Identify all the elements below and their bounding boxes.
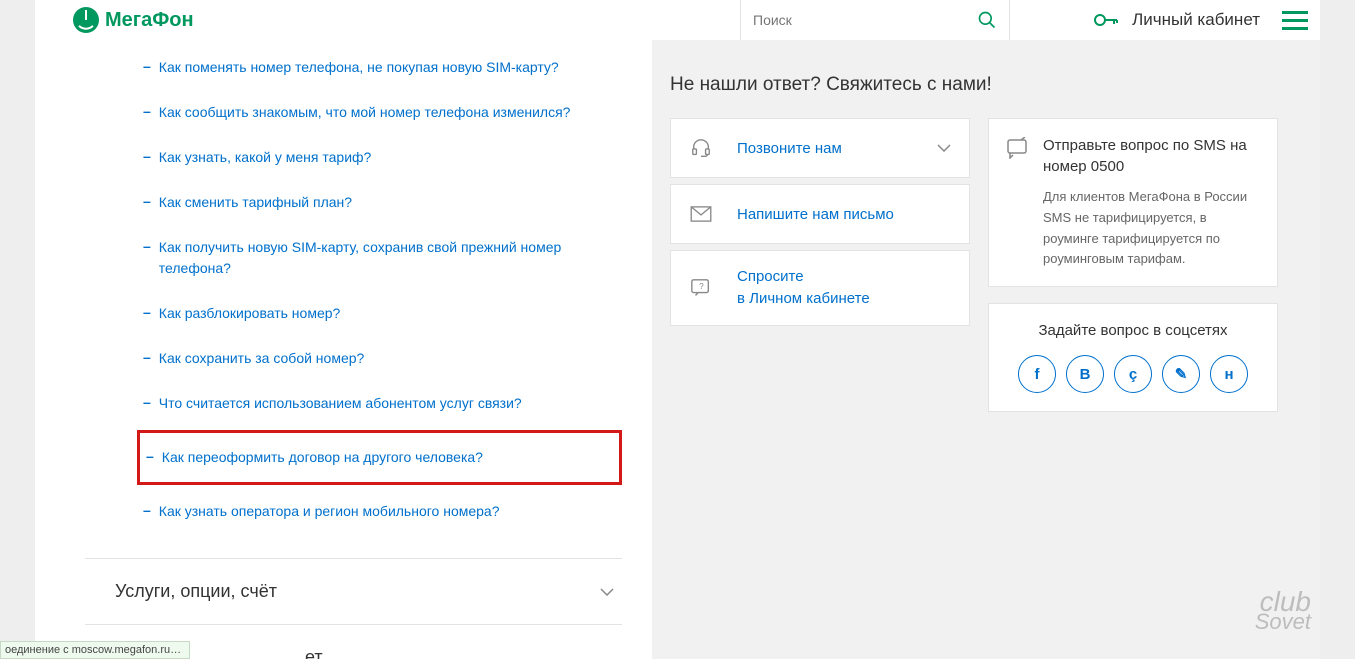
contact-ask[interactable]: ? Спроситев Личном кабинете — [670, 250, 970, 326]
search-icon[interactable] — [977, 10, 997, 30]
accordion-services[interactable]: Услуги, опции, счёт — [85, 558, 622, 624]
faq-item[interactable]: –Как переоформить договор на другого чел… — [137, 430, 622, 485]
search-input[interactable] — [753, 12, 977, 28]
sms-title: Отправьте вопрос по SMS на номер 0500 — [1043, 135, 1261, 177]
contact-write[interactable]: Напишите нам письмо — [670, 184, 970, 244]
faq-link: Как сохранить за собой номер? — [159, 348, 365, 369]
contact-column: Не нашли ответ? Свяжитесь с нами! Позвон… — [652, 0, 1320, 659]
faq-link: Как сообщить знакомым, что мой номер тел… — [159, 102, 571, 123]
search-box[interactable] — [740, 0, 1010, 40]
dash-icon: – — [143, 103, 151, 123]
dash-icon: – — [143, 394, 151, 414]
logo-text: МегаФон — [105, 9, 194, 32]
sms-icon — [1005, 137, 1029, 270]
sms-body: Для клиентов МегаФона в России SMS не та… — [1043, 187, 1261, 270]
faq-item[interactable]: –Как сменить тарифный план? — [137, 180, 622, 225]
accordion-title: Услуги, опции, счёт — [115, 581, 277, 602]
cabinet-label: Личный кабинет — [1132, 10, 1260, 30]
browser-status: оединение с moscow.megafon.ru… — [0, 641, 190, 659]
dash-icon: – — [143, 238, 151, 279]
faq-link: Как узнать оператора и регион мобильного… — [159, 501, 500, 522]
social-card: Задайте вопрос в соцсетях fВç ✎ н — [988, 303, 1278, 412]
faq-link: Как поменять номер телефона, не покупая … — [159, 57, 559, 78]
faq-item[interactable]: –Что считается использованием абонентом … — [137, 381, 622, 426]
social-button-0[interactable]: f — [1018, 355, 1056, 393]
dash-icon: – — [143, 502, 151, 522]
chat-question-icon: ? — [689, 277, 713, 299]
contact-call-label: Позвоните нам — [737, 140, 937, 157]
faq-item[interactable]: –Как сообщить знакомым, что мой номер те… — [137, 90, 622, 135]
dash-icon: – — [143, 193, 151, 213]
faq-item[interactable]: –Как сохранить за собой номер? — [137, 336, 622, 381]
contact-heading: Не нашли ответ? Свяжитесь с нами! — [670, 74, 1320, 96]
social-button-1[interactable]: В — [1066, 355, 1104, 393]
accordion-partial-title: ет — [305, 647, 323, 659]
faq-link: Как переоформить договор на другого чело… — [162, 447, 483, 468]
faq-link: Как сменить тарифный план? — [159, 192, 352, 213]
svg-text:?: ? — [699, 282, 704, 291]
faq-link: Как разблокировать номер? — [159, 303, 341, 324]
dash-icon: – — [143, 349, 151, 369]
faq-item[interactable]: –Как получить новую SIM-карту, сохранив … — [137, 225, 622, 291]
header: МегаФон Личный кабинет — [35, 0, 1320, 40]
key-icon — [1094, 13, 1118, 27]
sms-card: Отправьте вопрос по SMS на номер 0500 Дл… — [988, 118, 1278, 287]
mail-icon — [689, 206, 713, 222]
social-button-3[interactable]: ✎ — [1162, 355, 1200, 393]
dash-icon: – — [143, 58, 151, 78]
faq-column: –Как поменять номер телефона, не покупая… — [35, 0, 652, 659]
chevron-down-icon — [937, 144, 951, 152]
logo-icon — [73, 7, 99, 33]
social-button-4[interactable]: н — [1210, 355, 1248, 393]
dash-icon: – — [143, 148, 151, 168]
contact-call[interactable]: Позвоните нам — [670, 118, 970, 178]
headset-icon — [689, 137, 713, 159]
dash-icon: – — [146, 448, 154, 468]
faq-link: Как получить новую SIM-карту, сохранив с… — [159, 237, 589, 279]
faq-item[interactable]: –Как разблокировать номер? — [137, 291, 622, 336]
contact-write-label: Напишите нам письмо — [737, 206, 951, 223]
logo[interactable]: МегаФон — [35, 7, 194, 33]
faq-item[interactable]: –Как узнать, какой у меня тариф? — [137, 135, 622, 180]
chevron-down-icon — [600, 588, 614, 596]
faq-item[interactable]: –Как поменять номер телефона, не покупая… — [137, 45, 622, 90]
faq-link: Как узнать, какой у меня тариф? — [159, 147, 372, 168]
menu-button[interactable] — [1270, 0, 1320, 40]
contact-ask-label: Спроситев Личном кабинете — [737, 266, 870, 311]
faq-link: Что считается использованием абонентом у… — [159, 393, 522, 414]
dash-icon: – — [143, 304, 151, 324]
social-button-2[interactable]: ç — [1114, 355, 1152, 393]
faq-item[interactable]: –Как узнать оператора и регион мобильног… — [137, 489, 622, 534]
cabinet-link[interactable]: Личный кабинет — [1094, 0, 1260, 40]
social-title: Задайте вопрос в соцсетях — [1007, 322, 1259, 339]
